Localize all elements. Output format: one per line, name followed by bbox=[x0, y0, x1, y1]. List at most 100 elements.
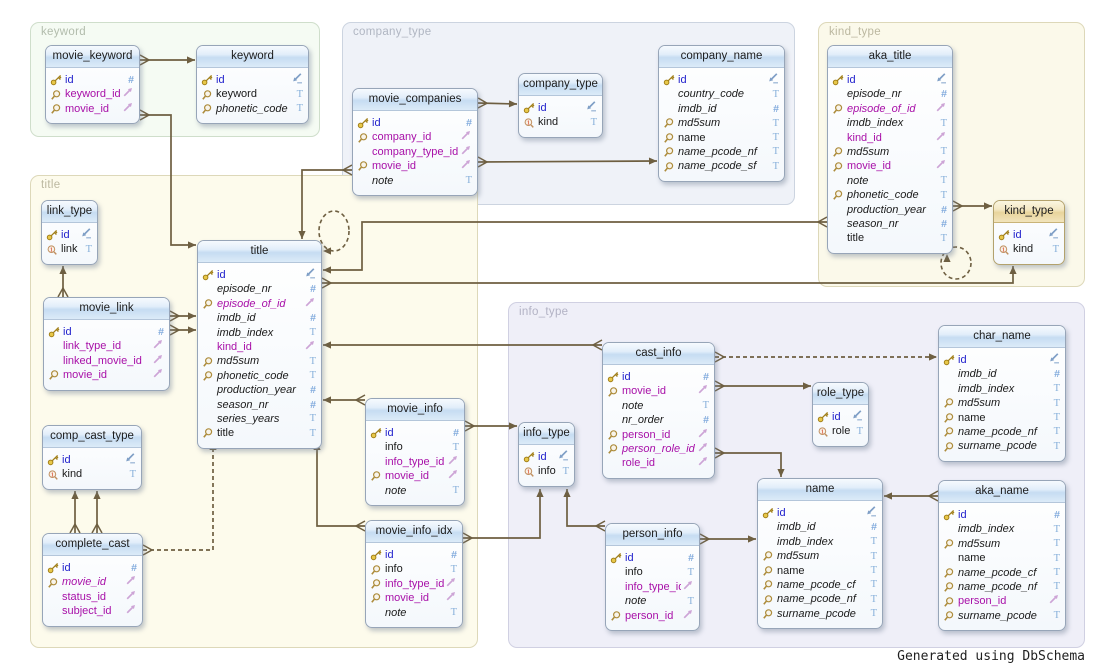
table-header-company_name[interactable]: company_name bbox=[659, 46, 784, 68]
column-movie_link-id[interactable]: id # bbox=[44, 325, 169, 339]
table-header-char_name[interactable]: char_name bbox=[939, 326, 1065, 348]
column-cast_info-nr_order[interactable]: nr_order # bbox=[603, 413, 714, 427]
table-info_type[interactable]: info_type id 1 info T bbox=[518, 422, 575, 487]
column-aka_name-name[interactable]: name T bbox=[939, 551, 1065, 565]
column-complete_cast-id[interactable]: id # bbox=[43, 561, 142, 575]
column-char_name-name[interactable]: name T bbox=[939, 411, 1065, 425]
column-name-md5sum[interactable]: md5sum T bbox=[758, 549, 882, 563]
column-char_name-surname_pcode[interactable]: surname_pcode T bbox=[939, 439, 1065, 453]
column-movie_link-linked_movie_id[interactable]: linked_movie_id bbox=[44, 354, 169, 368]
column-aka_name-md5sum[interactable]: md5sum T bbox=[939, 537, 1065, 551]
column-title-phonetic_code[interactable]: phonetic_code T bbox=[198, 369, 321, 383]
table-keyword[interactable]: keyword id keyword Tphonetic_code T bbox=[196, 45, 309, 125]
column-person_info-note[interactable]: note T bbox=[606, 594, 699, 608]
table-movie_keyword[interactable]: movie_keyword id # keyword_id movie_id bbox=[45, 45, 140, 125]
column-role_type-role[interactable]: 1 role T bbox=[813, 424, 868, 438]
column-aka_title-imdb_index[interactable]: imdb_index T bbox=[828, 116, 952, 130]
table-header-person_info[interactable]: person_info bbox=[606, 524, 699, 546]
column-aka_title-md5sum[interactable]: md5sum T bbox=[828, 145, 952, 159]
column-movie_info-note[interactable]: note T bbox=[366, 484, 464, 498]
column-company_name-name_pcode_sf[interactable]: name_pcode_sf T bbox=[659, 159, 784, 173]
column-complete_cast-movie_id[interactable]: movie_id bbox=[43, 575, 142, 589]
column-movie_info_idx-info_type_id[interactable]: info_type_id bbox=[366, 577, 462, 591]
column-info_type-info[interactable]: 1 info T bbox=[519, 464, 574, 478]
column-aka_title-phonetic_code[interactable]: phonetic_code T bbox=[828, 188, 952, 202]
table-header-keyword[interactable]: keyword bbox=[197, 46, 308, 68]
table-header-movie_companies[interactable]: movie_companies bbox=[353, 89, 477, 111]
table-header-name[interactable]: name bbox=[758, 479, 882, 501]
column-char_name-name_pcode_nf[interactable]: name_pcode_nf T bbox=[939, 425, 1065, 439]
column-company_name-name[interactable]: name T bbox=[659, 131, 784, 145]
column-cast_info-person_id[interactable]: person_id bbox=[603, 428, 714, 442]
table-header-complete_cast[interactable]: complete_cast bbox=[43, 534, 142, 556]
column-movie_link-movie_id[interactable]: movie_id bbox=[44, 368, 169, 382]
column-complete_cast-subject_id[interactable]: subject_id bbox=[43, 604, 142, 618]
table-title[interactable]: title id episode_nr # episode_of_id imdb_id # i… bbox=[197, 240, 322, 449]
column-movie_keyword-keyword_id[interactable]: keyword_id bbox=[46, 87, 139, 101]
table-char_name[interactable]: char_name id imdb_id # imdb_index Tmd5sum Tnam… bbox=[938, 325, 1066, 462]
table-kind_type[interactable]: kind_type id 1 kind T bbox=[993, 200, 1065, 265]
column-movie_companies-note[interactable]: note T bbox=[353, 174, 477, 188]
table-header-aka_name[interactable]: aka_name bbox=[939, 481, 1065, 503]
column-aka_name-imdb_index[interactable]: imdb_index T bbox=[939, 522, 1065, 536]
column-movie_info_idx-note[interactable]: note T bbox=[366, 606, 462, 620]
column-title-id[interactable]: id bbox=[198, 268, 321, 282]
column-company_name-md5sum[interactable]: md5sum T bbox=[659, 116, 784, 130]
column-movie_companies-company_id[interactable]: company_id bbox=[353, 130, 477, 144]
table-header-movie_info[interactable]: movie_info bbox=[366, 399, 464, 421]
table-movie_companies[interactable]: movie_companies id # company_id company_type… bbox=[352, 88, 478, 196]
column-cast_info-role_id[interactable]: role_id bbox=[603, 456, 714, 470]
column-movie_info-info[interactable]: info T bbox=[366, 440, 464, 454]
table-aka_title[interactable]: aka_title id episode_nr # episode_of_id imdb_… bbox=[827, 45, 953, 254]
column-kind_type-id[interactable]: id bbox=[994, 228, 1064, 242]
column-keyword-keyword[interactable]: keyword T bbox=[197, 87, 308, 101]
column-char_name-md5sum[interactable]: md5sum T bbox=[939, 396, 1065, 410]
column-title-production_year[interactable]: production_year # bbox=[198, 383, 321, 397]
column-link_type-link[interactable]: 1 link T bbox=[42, 242, 97, 256]
column-aka_title-production_year[interactable]: production_year # bbox=[828, 203, 952, 217]
column-comp_cast_type-kind[interactable]: 1 kind T bbox=[43, 467, 141, 481]
table-header-role_type[interactable]: role_type bbox=[813, 383, 868, 405]
table-person_info[interactable]: person_info id # info Tinfo_type_id note Tpers… bbox=[605, 523, 700, 631]
column-company_name-country_code[interactable]: country_code T bbox=[659, 87, 784, 101]
column-movie_info-id[interactable]: id # bbox=[366, 426, 464, 440]
column-char_name-imdb_id[interactable]: imdb_id # bbox=[939, 367, 1065, 381]
column-char_name-id[interactable]: id bbox=[939, 353, 1065, 367]
column-aka_name-name_pcode_cf[interactable]: name_pcode_cf T bbox=[939, 566, 1065, 580]
column-aka_title-movie_id[interactable]: movie_id bbox=[828, 159, 952, 173]
column-movie_info-info_type_id[interactable]: info_type_id bbox=[366, 455, 464, 469]
table-aka_name[interactable]: aka_name id # imdb_index Tmd5sum Tname Tname_p… bbox=[938, 480, 1066, 632]
table-header-movie_info_idx[interactable]: movie_info_idx bbox=[366, 521, 462, 543]
column-title-kind_id[interactable]: kind_id bbox=[198, 340, 321, 354]
column-cast_info-person_role_id[interactable]: person_role_id bbox=[603, 442, 714, 456]
column-aka_name-person_id[interactable]: person_id bbox=[939, 594, 1065, 608]
table-movie_link[interactable]: movie_link id # link_type_id linked_movie_id… bbox=[43, 297, 170, 391]
table-company_name[interactable]: company_name id country_code Timdb_id # md5su… bbox=[658, 45, 785, 182]
table-link_type[interactable]: link_type id 1 link T bbox=[41, 200, 98, 265]
column-aka_title-id[interactable]: id bbox=[828, 73, 952, 87]
table-header-title[interactable]: title bbox=[198, 241, 321, 263]
table-cast_info[interactable]: cast_info id # movie_id note Tnr_order # person… bbox=[602, 342, 715, 479]
column-name-name[interactable]: name T bbox=[758, 564, 882, 578]
table-movie_info[interactable]: movie_info id # info Tinfo_type_id movie_id no… bbox=[365, 398, 465, 506]
column-complete_cast-status_id[interactable]: status_id bbox=[43, 590, 142, 604]
column-company_name-name_pcode_nf[interactable]: name_pcode_nf T bbox=[659, 145, 784, 159]
column-company_name-id[interactable]: id bbox=[659, 73, 784, 87]
column-movie_companies-id[interactable]: id # bbox=[353, 116, 477, 130]
table-role_type[interactable]: role_typeid 1 role T bbox=[812, 382, 869, 447]
column-aka_name-surname_pcode[interactable]: surname_pcode T bbox=[939, 609, 1065, 623]
column-comp_cast_type-id[interactable]: id bbox=[43, 453, 141, 467]
column-company_type-id[interactable]: id bbox=[519, 101, 602, 115]
column-movie_info_idx-id[interactable]: id # bbox=[366, 548, 462, 562]
column-cast_info-movie_id[interactable]: movie_id bbox=[603, 384, 714, 398]
column-name-id[interactable]: id bbox=[758, 506, 882, 520]
column-name-surname_pcode[interactable]: surname_pcode T bbox=[758, 607, 882, 621]
table-header-comp_cast_type[interactable]: comp_cast_type bbox=[43, 426, 141, 448]
column-kind_type-kind[interactable]: 1 kind T bbox=[994, 242, 1064, 256]
table-header-movie_keyword[interactable]: movie_keyword bbox=[46, 46, 139, 68]
column-title-title[interactable]: title T bbox=[198, 426, 321, 440]
column-person_info-info[interactable]: info T bbox=[606, 565, 699, 579]
column-title-imdb_index[interactable]: imdb_index T bbox=[198, 326, 321, 340]
table-header-info_type[interactable]: info_type bbox=[519, 423, 574, 445]
column-role_type-id[interactable]: id bbox=[813, 410, 868, 424]
